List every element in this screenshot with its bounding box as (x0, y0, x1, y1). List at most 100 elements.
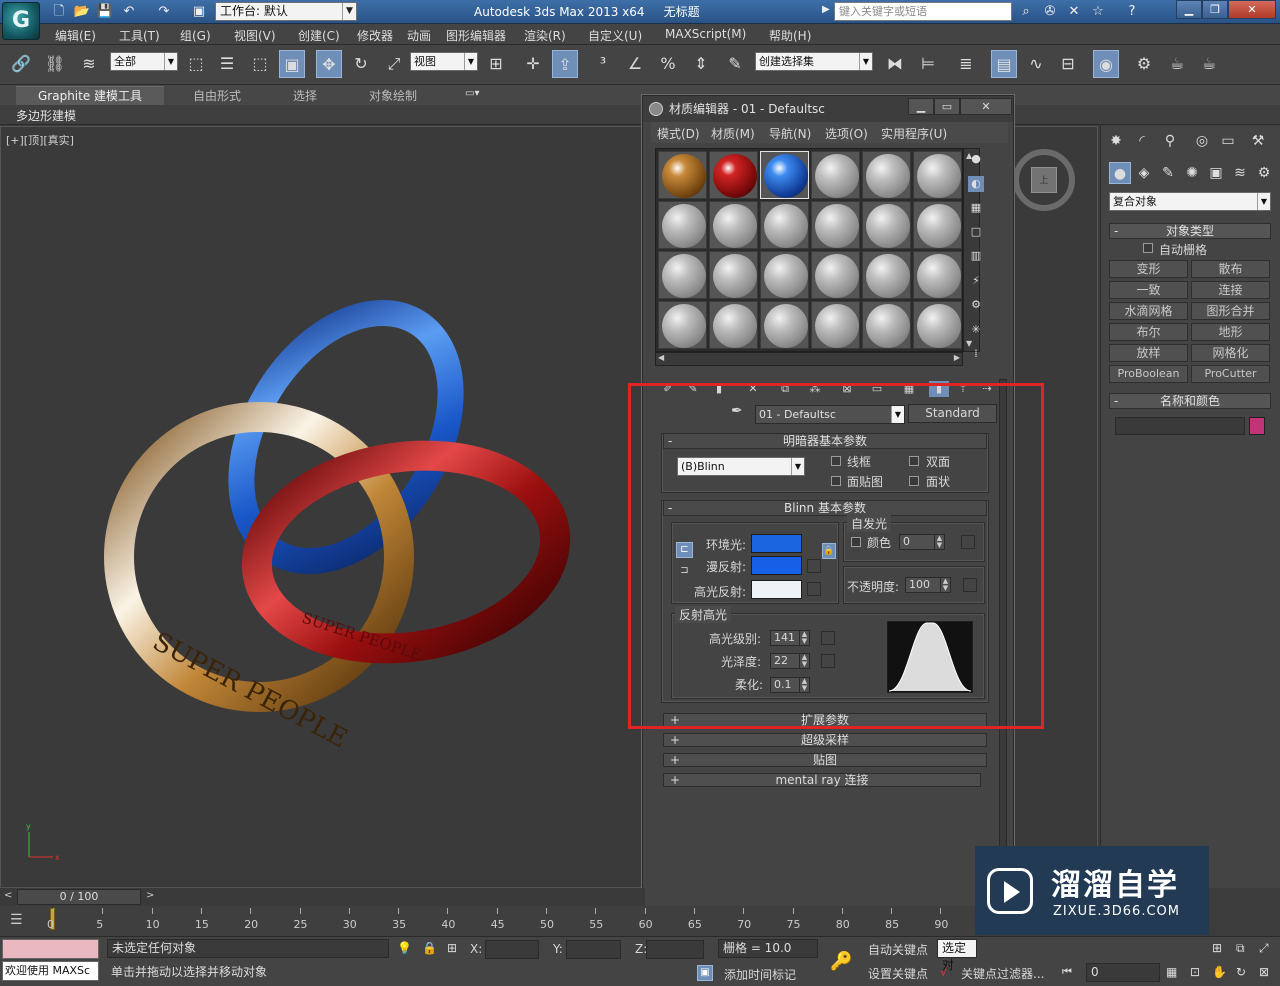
set-key-button[interactable]: 设置关键点 (868, 965, 928, 982)
material-editor-icon[interactable]: ◉ (1093, 50, 1119, 78)
undo-icon[interactable]: ↶ (120, 3, 138, 20)
current-frame-field[interactable]: 0 (1086, 963, 1160, 982)
lights-icon[interactable]: ✎ (1157, 162, 1179, 184)
material-slot[interactable] (862, 151, 911, 199)
material-navigator-icon[interactable]: ⁞ (968, 346, 984, 362)
auto-grid-checkbox[interactable] (1143, 243, 1153, 253)
material-slot[interactable] (811, 301, 860, 349)
isolate-selection-icon[interactable]: 💡 (397, 941, 412, 955)
region-zoom-icon[interactable]: ⊡ (1190, 965, 1200, 979)
angle-snap-icon[interactable]: ∠ (622, 50, 648, 78)
pan-icon[interactable]: ✋ (1212, 965, 1227, 979)
helpers-icon[interactable]: ▣ (1205, 162, 1227, 184)
object-name-field[interactable] (1115, 417, 1245, 435)
open-file-icon[interactable]: 📂 (73, 3, 91, 20)
material-slot[interactable] (658, 201, 707, 249)
edit-named-sets-icon[interactable]: ✎ (722, 50, 748, 78)
z-coord-field[interactable] (646, 940, 704, 959)
time-slider-thumb[interactable]: 0 / 100 (17, 889, 141, 905)
favorites-star-icon[interactable]: ☆ (1089, 3, 1107, 20)
add-time-tag[interactable]: 添加时间标记 (724, 966, 796, 983)
curve-editor-icon[interactable]: ∿ (1023, 50, 1049, 78)
material-slot[interactable] (760, 201, 809, 249)
spacewarps-icon[interactable]: ≋ (1229, 162, 1251, 184)
menu-group[interactable]: 组(G) (180, 27, 211, 44)
make-preview-icon[interactable]: ⚡ (968, 273, 984, 289)
material-slot[interactable] (709, 151, 758, 199)
connect-button[interactable]: 连接 (1191, 281, 1270, 299)
rendered-frame-window-icon[interactable]: ☕ (1164, 50, 1190, 78)
select-object-icon[interactable]: ⬚ (183, 50, 209, 78)
track-bar[interactable]: ☰ 0 5 10 15 20 25 30 35 40 45 50 55 60 65 70 75 80 85 90 (0, 906, 975, 936)
me-minimize-button[interactable]: ▁ (908, 98, 934, 115)
terrain-button[interactable]: 地形 (1191, 323, 1270, 341)
create-tab-icon[interactable]: ✸ (1105, 130, 1127, 152)
material-slot[interactable] (862, 301, 911, 349)
cameras-icon[interactable]: ✺ (1181, 162, 1203, 184)
morph-button[interactable]: 变形 (1109, 260, 1188, 278)
render-setup-icon[interactable]: ⚙ (1131, 50, 1157, 78)
procutter-button[interactable]: ProCutter (1191, 365, 1270, 383)
material-slot[interactable] (658, 301, 707, 349)
window-crossing-icon[interactable]: ▣ (279, 50, 305, 78)
keyboard-shortcut-icon[interactable]: ⇪ (552, 50, 578, 78)
mirror-icon[interactable]: ⧓ (882, 50, 908, 78)
subscription-icon[interactable]: ✇ (1041, 3, 1059, 20)
proboolean-button[interactable]: ProBoolean (1109, 365, 1188, 383)
scroll-left-icon[interactable]: ◀ (658, 353, 664, 362)
material-slot[interactable] (913, 201, 962, 249)
object-color-swatch[interactable] (1249, 417, 1265, 435)
snaps-toggle-icon[interactable]: ³ (590, 50, 616, 78)
me-close-button[interactable]: ✕ (960, 98, 1012, 115)
project-folder-icon[interactable]: ▣ (190, 3, 208, 20)
min-max-toggle-icon[interactable]: ⊠ (1259, 965, 1269, 979)
select-move-icon[interactable]: ✥ (316, 50, 342, 78)
reference-coord-select[interactable]: 视图 ▼ (410, 52, 478, 71)
systems-icon[interactable]: ⚙ (1253, 162, 1275, 184)
field-of-view-icon[interactable]: ▦ (1166, 965, 1177, 979)
set-key-icon[interactable]: 🔑 (830, 951, 852, 972)
maximize-viewport-icon[interactable]: ⤢ (1259, 941, 1269, 956)
pivot-center-icon[interactable]: ⊞ (483, 50, 509, 78)
mental-ray-rollout[interactable]: + mental ray 连接 (663, 773, 981, 787)
zoom-all-icon[interactable]: ⧉ (1236, 941, 1245, 956)
me-maximize-button[interactable]: ▭ (934, 98, 960, 115)
maxscript-mini-listener[interactable]: 欢迎使用 MAXSc (2, 961, 99, 981)
material-slot[interactable] (709, 251, 758, 299)
schematic-view-icon[interactable]: ⊟ (1055, 50, 1081, 78)
layer-manager-icon[interactable]: ≣ (953, 50, 979, 78)
redo-icon[interactable]: ↷ (155, 3, 173, 20)
display-tab-icon[interactable]: ▭ (1217, 130, 1239, 152)
me-menu-material[interactable]: 材质(M) (711, 125, 755, 142)
material-slot[interactable] (658, 251, 707, 299)
backlight-icon[interactable]: ◐ (968, 176, 984, 192)
zoom-extents-icon[interactable]: ⊞ (1212, 941, 1222, 955)
new-file-icon[interactable]: 🗋 (50, 3, 68, 20)
mesher-button[interactable]: 网格化 (1191, 344, 1270, 362)
select-scale-icon[interactable]: ⤢ (381, 50, 407, 78)
auto-key-button[interactable]: 自动关键点 (868, 941, 928, 958)
menu-animation[interactable]: 动画 (407, 27, 431, 44)
communication-icon[interactable]: ✕ (1065, 3, 1083, 20)
key-tangent-icon[interactable]: √ (940, 965, 948, 979)
x-coord-field[interactable] (485, 940, 539, 959)
menu-edit[interactable]: 编辑(E) (55, 27, 96, 44)
menu-tools[interactable]: 工具(T) (119, 27, 160, 44)
uv-tiling-icon[interactable]: □ (968, 224, 984, 240)
material-slot[interactable] (913, 151, 962, 199)
sample-type-icon[interactable]: ● (968, 151, 984, 167)
utilities-tab-icon[interactable]: ⚒ (1247, 130, 1269, 152)
video-color-check-icon[interactable]: ▥ (968, 248, 984, 264)
object-type-rollout[interactable]: - 对象类型 (1109, 223, 1271, 239)
menu-views[interactable]: 视图(V) (234, 27, 276, 44)
name-color-rollout[interactable]: - 名称和颜色 (1109, 393, 1271, 409)
search-input[interactable]: 键入关键字或短语 (834, 2, 1012, 21)
key-filters-button[interactable]: 关键点过滤器... (961, 965, 1044, 982)
spinner-snap-icon[interactable]: ⇕ (688, 50, 714, 78)
minimize-button[interactable]: ▁ (1176, 0, 1202, 19)
tab-graphite[interactable]: Graphite 建模工具 (16, 86, 165, 105)
render-production-icon[interactable]: ☕ (1196, 50, 1222, 78)
material-slot[interactable] (913, 301, 962, 349)
named-selection-select[interactable]: 创建选择集 ▼ (755, 52, 873, 71)
motion-tab-icon[interactable]: ◎ (1191, 130, 1213, 152)
